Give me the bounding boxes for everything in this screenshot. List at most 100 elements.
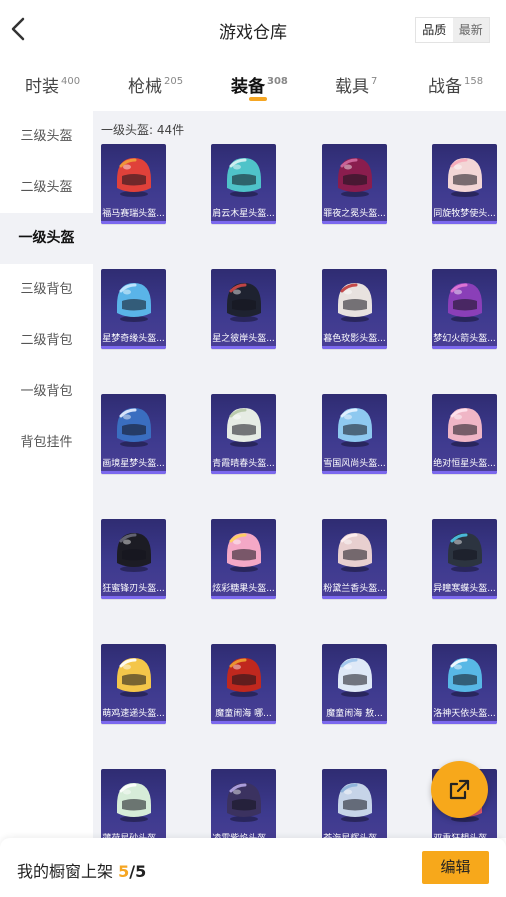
tab-count: 158 xyxy=(464,76,484,87)
helmet-icon xyxy=(117,783,151,822)
helmet-item-name: 肩云木星头盔... xyxy=(212,209,275,219)
tab-label: 装备 xyxy=(231,77,265,97)
sidebar-item-level1-backpack[interactable]: 一级背包 xyxy=(0,366,93,417)
helmet-item-card[interactable]: 暮色玫影头盔... xyxy=(322,269,387,349)
rarity-bar xyxy=(432,596,497,599)
helmet-item-name: 青霞晴春头盔... xyxy=(212,459,275,469)
helmet-item-card[interactable]: 福马赛瑞头盔... xyxy=(101,144,166,224)
sidebar-item-level1-helmet[interactable]: 一级头盔 xyxy=(0,213,93,264)
rarity-bar xyxy=(211,471,276,474)
sidebar-item-level2-helmet[interactable]: 二级头盔 xyxy=(0,162,93,213)
helmet-item-name: 萌鸡速递头盔... xyxy=(102,709,165,719)
helmet-item-card[interactable]: 雪国风尚头盔... xyxy=(322,394,387,474)
helmet-item-card[interactable]: 洛神天依头盔... xyxy=(432,644,497,724)
helmet-icon xyxy=(227,658,261,697)
rarity-bar xyxy=(322,721,387,724)
helmet-item-card[interactable]: 薄荷星砂头盔... xyxy=(101,769,166,838)
tab-count: 400 xyxy=(61,76,81,87)
rarity-bar xyxy=(101,596,166,599)
tab-weapons[interactable]: 枪械 205 xyxy=(128,72,183,97)
helmet-item-name: 魔童闹海 敖... xyxy=(326,709,383,719)
helmet-icon xyxy=(448,408,482,447)
helmet-item-name: 洛神天依头盔... xyxy=(433,709,496,719)
edit-button[interactable]: 编辑 xyxy=(422,851,489,884)
helmet-item-card[interactable]: 肩云木星头盔... xyxy=(211,144,276,224)
helmet-item-name: 福马赛瑞头盔... xyxy=(102,209,165,219)
helmet-item-card[interactable]: 粉黛兰香头盔... xyxy=(322,519,387,599)
rarity-bar xyxy=(101,471,166,474)
helmet-icon xyxy=(227,283,261,322)
rarity-bar xyxy=(432,471,497,474)
helmet-item-name: 梦幻火箭头盔... xyxy=(433,334,496,344)
helmet-item-card[interactable]: 青霞晴春头盔... xyxy=(211,394,276,474)
helmet-icon xyxy=(338,158,372,197)
helmet-item-card[interactable]: 魔童闹海 哪... xyxy=(211,644,276,724)
helmet-icon xyxy=(448,158,482,197)
helmet-item-name: 魔童闹海 哪... xyxy=(215,709,272,719)
tab-label: 时装 xyxy=(25,77,59,97)
helmet-item-name: 凌霄紫焰头盔... xyxy=(211,831,276,838)
rarity-bar xyxy=(322,221,387,224)
helmet-icon xyxy=(117,158,151,197)
helmet-item-name: 炫彩糖果头盔... xyxy=(212,584,275,594)
helmet-icon xyxy=(227,408,261,447)
helmet-item-card[interactable]: 梦幻火箭头盔... xyxy=(432,269,497,349)
sort-option-quality[interactable]: 品质 xyxy=(416,18,453,42)
sidebar-item-level3-helmet[interactable]: 三级头盔 xyxy=(0,111,93,162)
helmet-item-card[interactable]: 罪夜之冕头盔... xyxy=(322,144,387,224)
showcase-status: 我的橱窗上架 5/5 xyxy=(17,858,146,882)
helmet-item-card[interactable]: 星梦奇缘头盔... xyxy=(101,269,166,349)
tab-fashion[interactable]: 时装 400 xyxy=(25,72,80,97)
helmet-item-card[interactable]: 凌霄紫焰头盔... xyxy=(211,769,276,838)
tab-count: 308 xyxy=(267,76,288,87)
helmet-item-name: 狂蜜锋刃头盔... xyxy=(102,584,165,594)
helmet-item-card[interactable]: 同旋牧梦使头... xyxy=(432,144,497,224)
sidebar-item-backpack-charm[interactable]: 背包挂件 xyxy=(0,417,93,468)
category-tabs: 时装 400 枪械 205 装备 308 载具 7 战备 158 xyxy=(0,62,506,108)
rarity-bar xyxy=(432,221,497,224)
item-panel[interactable]: 一级头盔: 44件 福马赛瑞头盔... 肩云木星头盔... 罪夜之冕头盔... 同旋牧… xyxy=(93,111,506,838)
helmet-item-card[interactable]: 绝对恒星头盔... xyxy=(432,394,497,474)
rarity-bar xyxy=(322,346,387,349)
helmet-item-card[interactable]: 狂蜜锋刃头盔... xyxy=(101,519,166,599)
rarity-bar xyxy=(101,221,166,224)
helmet-item-card[interactable]: 画境星梦头盔... xyxy=(101,394,166,474)
helmet-item-name: 绝对恒星头盔... xyxy=(433,459,496,469)
sidebar-item-level2-backpack[interactable]: 二级背包 xyxy=(0,315,93,366)
sort-option-newest[interactable]: 最新 xyxy=(452,18,489,42)
helmet-icon xyxy=(448,533,482,572)
tab-combat-gear[interactable]: 战备 158 xyxy=(428,72,483,97)
helmet-item-card[interactable]: 星之彼岸头盔... xyxy=(211,269,276,349)
bottom-bar: 我的橱窗上架 5/5 编辑 xyxy=(0,838,506,897)
showcase-current: 5 xyxy=(118,862,130,881)
section-label: 一级头盔: 44件 xyxy=(101,123,185,137)
external-link-icon xyxy=(449,779,470,800)
helmet-icon xyxy=(448,658,482,697)
helmet-icon xyxy=(117,408,151,447)
helmet-item-card[interactable]: 炫彩糖果头盔... xyxy=(211,519,276,599)
tab-vehicles[interactable]: 载具 7 xyxy=(335,72,377,97)
sidebar-item-level3-backpack[interactable]: 三级背包 xyxy=(0,264,93,315)
helmet-item-card[interactable]: 萌鸡速递头盔... xyxy=(101,644,166,724)
tab-count: 7 xyxy=(371,76,378,87)
active-tab-indicator xyxy=(249,97,267,101)
share-button[interactable] xyxy=(431,761,488,818)
helmet-item-name: 星之彼岸头盔... xyxy=(212,334,275,344)
helmet-icon xyxy=(117,658,151,697)
rarity-bar xyxy=(101,721,166,724)
helmet-item-card[interactable]: 苍海星辉头盔... xyxy=(322,769,387,838)
helmet-icon xyxy=(227,783,261,822)
helmet-item-name: 画境星梦头盔... xyxy=(102,459,165,469)
helmet-icon xyxy=(227,158,261,197)
rarity-bar xyxy=(322,596,387,599)
showcase-label: 我的橱窗上架 xyxy=(17,862,119,881)
tab-equipment[interactable]: 装备 308 xyxy=(231,72,288,97)
showcase-total: 5 xyxy=(135,862,147,881)
header: 游戏仓库 品质 最新 xyxy=(0,0,506,60)
tab-label: 载具 xyxy=(335,77,369,97)
helmet-icon xyxy=(117,283,151,322)
helmet-item-name: 双重狂想头盔... xyxy=(432,831,497,838)
helmet-item-card[interactable]: 异瞳寒蝶头盔... xyxy=(432,519,497,599)
rarity-bar xyxy=(432,721,497,724)
helmet-item-card[interactable]: 魔童闹海 敖... xyxy=(322,644,387,724)
